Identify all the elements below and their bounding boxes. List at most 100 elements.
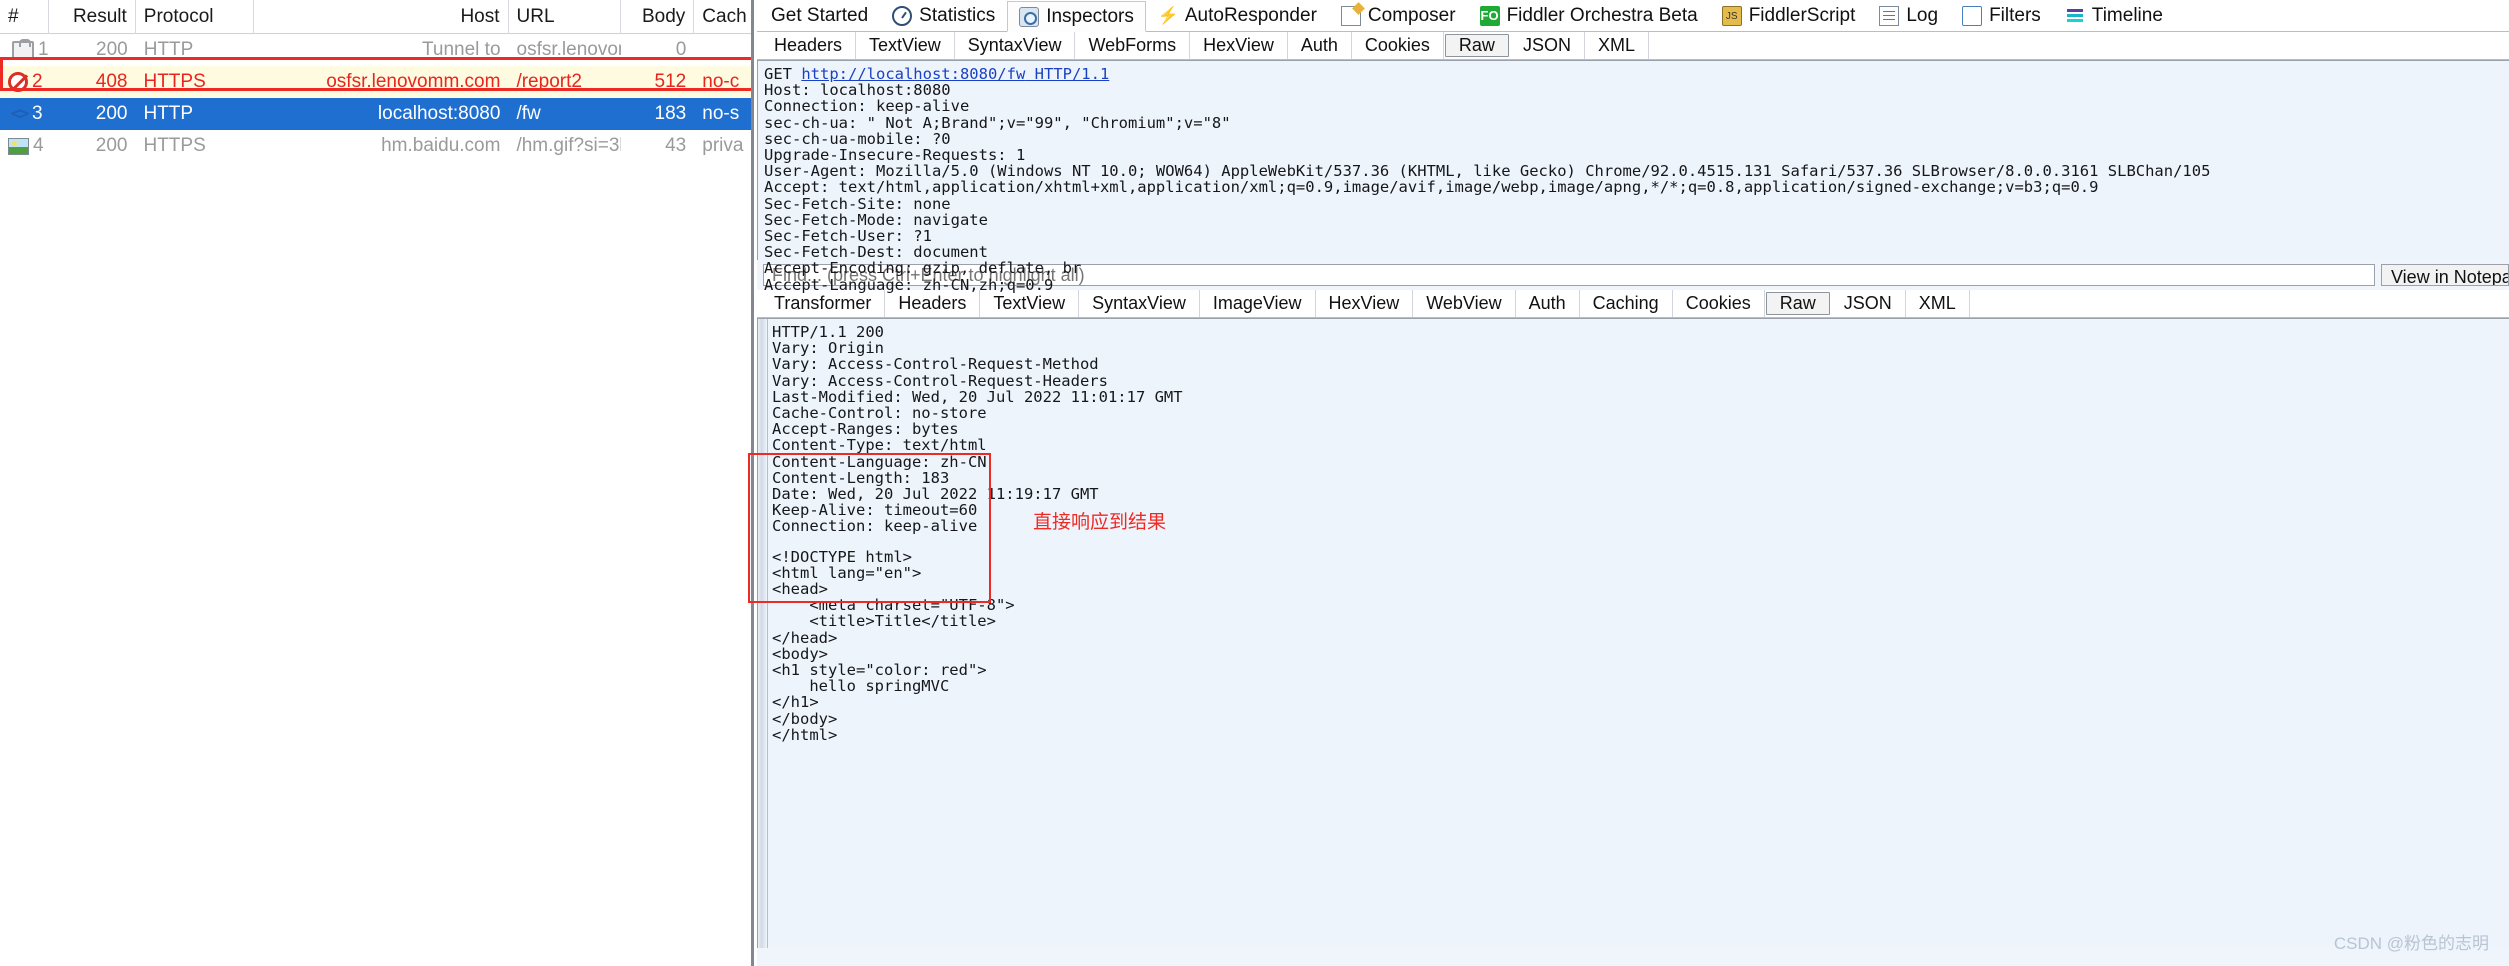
response-tab-raw[interactable]: Raw bbox=[1765, 292, 1830, 315]
request-tab-syntaxview[interactable]: SyntaxView bbox=[955, 32, 1076, 59]
tab-label: Timeline bbox=[2091, 5, 2163, 26]
session-row-num-cell: <> 3 bbox=[0, 98, 49, 130]
tab-fiddlerscript[interactable]: JS FiddlerScript bbox=[1710, 0, 1868, 31]
session-cache: no-s bbox=[702, 103, 740, 124]
response-tab-json[interactable]: JSON bbox=[1831, 290, 1906, 317]
image-icon bbox=[8, 137, 29, 155]
tab-label: Statistics bbox=[919, 5, 996, 26]
blocked-icon bbox=[8, 72, 28, 92]
response-tab-webview[interactable]: WebView bbox=[1413, 290, 1516, 317]
session-row-selected[interactable]: <> 3 200 HTTP localhost:8080 /fw 183 no-… bbox=[0, 98, 751, 130]
request-tab-headers[interactable]: Headers bbox=[761, 32, 857, 59]
response-scrollbar[interactable] bbox=[758, 319, 768, 948]
sessions-panel[interactable]: # Result Protocol Host URL Body Cach 1 2… bbox=[0, 0, 754, 966]
response-tab-xml[interactable]: XML bbox=[1906, 290, 1970, 317]
request-tab-auth[interactable]: Auth bbox=[1288, 32, 1352, 59]
session-number: 2 bbox=[32, 71, 43, 92]
composer-icon bbox=[1340, 6, 1361, 26]
session-row[interactable]: 1 200 HTTP Tunnel to osfsr.lenovomm.com:… bbox=[0, 34, 751, 66]
tab-filters[interactable]: Filters bbox=[1950, 0, 2053, 31]
response-tab-transformer[interactable]: Transformer bbox=[761, 290, 886, 317]
request-tab-strip[interactable]: Headers TextView SyntaxView WebForms Hex… bbox=[757, 32, 2509, 60]
tab-log[interactable]: Log bbox=[1867, 0, 1950, 31]
session-protocol: HTTP bbox=[143, 39, 194, 60]
annotation-label: 直接响应到结果 bbox=[1033, 512, 1167, 533]
column-header-num[interactable]: # bbox=[0, 0, 50, 34]
request-tab-raw[interactable]: Raw bbox=[1444, 34, 1509, 57]
tab-inspectors[interactable]: Inspectors bbox=[1007, 1, 1146, 32]
response-tab-imageview[interactable]: ImageView bbox=[1200, 290, 1316, 317]
session-url: /report2 bbox=[516, 71, 582, 92]
response-tab-cookies[interactable]: Cookies bbox=[1673, 290, 1765, 317]
sessions-column-header[interactable]: # Result Protocol Host URL Body Cach bbox=[0, 0, 751, 34]
session-number: 4 bbox=[33, 135, 44, 156]
fiddler-orchestra-icon: FO bbox=[1479, 6, 1500, 26]
session-protocol: HTTP bbox=[143, 103, 194, 124]
request-http-version: HTTP/1.1 bbox=[1025, 65, 1110, 83]
session-number: 1 bbox=[38, 39, 49, 60]
request-tab-textview[interactable]: TextView bbox=[856, 32, 955, 59]
session-result: 408 bbox=[95, 71, 128, 92]
response-tab-headers[interactable]: Headers bbox=[885, 290, 981, 317]
response-tab-strip[interactable]: Transformer Headers TextView SyntaxView … bbox=[757, 290, 2509, 318]
session-body-size: 183 bbox=[654, 103, 687, 124]
tab-label: AutoResponder bbox=[1184, 5, 1317, 26]
column-header-url[interactable]: URL bbox=[509, 0, 621, 34]
session-row[interactable]: 2 408 HTTPS osfsr.lenovomm.com /report2 … bbox=[0, 66, 751, 98]
request-tab-json[interactable]: JSON bbox=[1510, 32, 1585, 59]
session-url: /fw bbox=[516, 103, 541, 124]
column-header-host[interactable]: Host bbox=[254, 0, 509, 34]
tab-label: FiddlerScript bbox=[1748, 5, 1856, 26]
fiddlerscript-icon: JS bbox=[1721, 6, 1742, 26]
session-cache bbox=[694, 34, 751, 66]
session-cache: priva bbox=[702, 135, 744, 156]
session-protocol: HTTPS bbox=[143, 71, 206, 92]
session-url: osfsr.lenovomm.com:443 bbox=[516, 39, 621, 60]
session-number: 3 bbox=[32, 103, 43, 124]
request-raw-text: GET http://localhost:8080/fw HTTP/1.1 Ho… bbox=[758, 61, 2509, 293]
session-body-size: 43 bbox=[665, 135, 687, 156]
tab-fiddler-orchestra[interactable]: FO Fiddler Orchestra Beta bbox=[1468, 0, 1710, 31]
tab-label: Get Started bbox=[771, 5, 869, 26]
tab-label: Composer bbox=[1367, 5, 1456, 26]
response-tab-hexview[interactable]: HexView bbox=[1316, 290, 1414, 317]
tab-label: Fiddler Orchestra Beta bbox=[1506, 5, 1698, 26]
session-host: localhost:8080 bbox=[377, 103, 501, 124]
response-tab-textview[interactable]: TextView bbox=[980, 290, 1080, 317]
column-header-body[interactable]: Body bbox=[621, 0, 695, 34]
response-tab-auth[interactable]: Auth bbox=[1516, 290, 1580, 317]
tab-label: Inspectors bbox=[1046, 5, 1134, 27]
fiddler-window: # Result Protocol Host URL Body Cach 1 2… bbox=[0, 0, 2509, 966]
log-icon bbox=[1879, 6, 1900, 26]
statistics-icon bbox=[892, 6, 913, 26]
session-row-num-cell: 2 bbox=[0, 66, 49, 98]
tab-autoresponder[interactable]: ⚡ AutoResponder bbox=[1146, 0, 1329, 31]
session-row[interactable]: 4 200 HTTPS hm.baidu.com /hm.gif?si=3b23… bbox=[0, 130, 751, 162]
lock-icon bbox=[12, 39, 34, 59]
request-tab-hexview[interactable]: HexView bbox=[1190, 32, 1288, 59]
request-tab-xml[interactable]: XML bbox=[1585, 32, 1649, 59]
session-body-size: 0 bbox=[675, 39, 687, 60]
tab-label: Filters bbox=[1989, 5, 2041, 26]
tab-timeline[interactable]: Timeline bbox=[2053, 0, 2175, 31]
tab-statistics[interactable]: Statistics bbox=[880, 0, 1007, 31]
request-headers-text: Host: localhost:8080 Connection: keep-al… bbox=[764, 81, 2211, 293]
column-header-result[interactable]: Result bbox=[49, 0, 136, 34]
request-raw-pane[interactable]: GET http://localhost:8080/fw HTTP/1.1 Ho… bbox=[757, 60, 2509, 293]
response-tab-caching[interactable]: Caching bbox=[1580, 290, 1673, 317]
tab-get-started[interactable]: Get Started bbox=[759, 0, 880, 31]
column-header-cache[interactable]: Cach bbox=[694, 0, 751, 34]
response-tab-syntaxview[interactable]: SyntaxView bbox=[1079, 290, 1200, 317]
column-header-protocol[interactable]: Protocol bbox=[136, 0, 254, 34]
session-row-num-cell: 4 bbox=[0, 130, 49, 162]
filters-icon bbox=[1962, 6, 1983, 26]
autoresponder-icon: ⚡ bbox=[1157, 6, 1180, 25]
session-host: hm.baidu.com bbox=[381, 135, 501, 156]
main-tab-strip[interactable]: Get Started Statistics Inspectors ⚡ Auto… bbox=[757, 0, 2509, 32]
session-protocol: HTTPS bbox=[143, 135, 206, 156]
session-result: 200 bbox=[95, 135, 128, 156]
request-tab-cookies[interactable]: Cookies bbox=[1352, 32, 1444, 59]
tab-composer[interactable]: Composer bbox=[1329, 0, 1468, 31]
response-raw-pane[interactable]: HTTP/1.1 200 Vary: Origin Vary: Access-C… bbox=[748, 318, 2509, 948]
request-tab-webforms[interactable]: WebForms bbox=[1075, 32, 1191, 59]
